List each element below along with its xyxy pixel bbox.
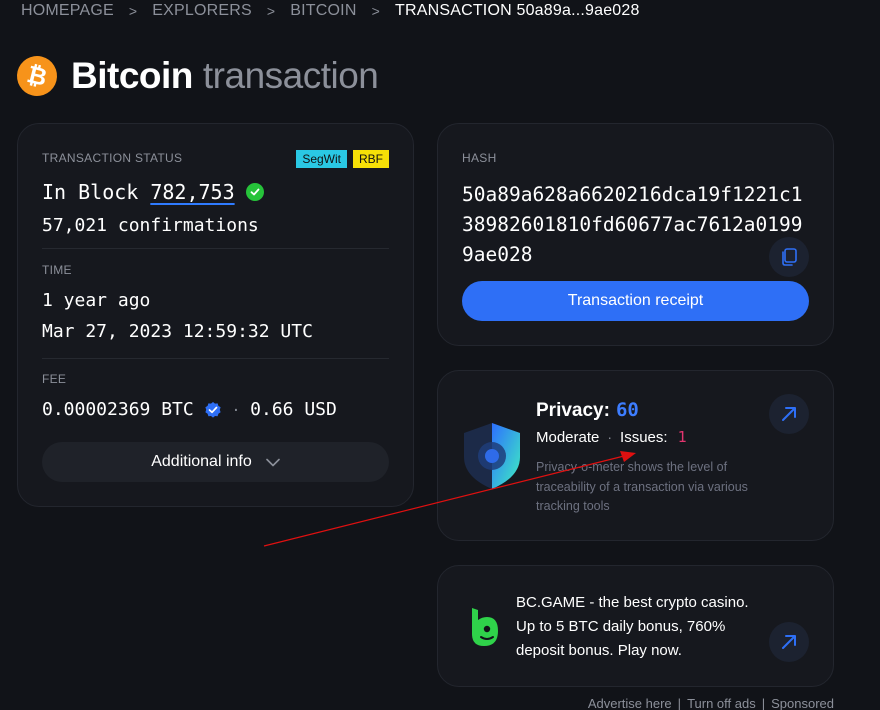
ad-footer: Advertise here | Turn off ads | Sponsore… — [587, 696, 834, 710]
fee-label: FEE — [42, 372, 67, 386]
privacy-title: Privacy: 60 — [536, 399, 639, 422]
copy-icon — [782, 248, 797, 266]
arrow-up-right-icon — [782, 407, 796, 421]
bc-game-logo-icon — [472, 608, 498, 646]
fee-value: 0.00002369 BTC · 0.66 USD — [42, 399, 389, 420]
hash-card: HASH 50a89a628a6620216dca19f1221c1389826… — [437, 123, 834, 346]
transaction-details-card: TRANSACTION STATUS SegWit RBF In Block 7… — [17, 123, 414, 507]
privacy-description: Privacy-o-meter shows the level of trace… — [536, 460, 748, 513]
copy-button[interactable] — [769, 237, 809, 277]
time-label: TIME — [42, 263, 72, 277]
fee-separator: · — [231, 403, 241, 419]
breadcrumb-separator: > — [128, 3, 138, 19]
turn-off-ads-link[interactable]: Turn off ads — [687, 696, 756, 710]
breadcrumb-separator: > — [266, 3, 276, 19]
breadcrumb-homepage[interactable]: HOMEPAGE — [21, 2, 114, 20]
verified-icon — [204, 401, 222, 419]
fee-usd: 0.66 USD — [250, 399, 337, 420]
issues-count: 1 — [677, 428, 687, 446]
issues-label: Issues: — [620, 428, 668, 446]
block-status: In Block 782,753 — [42, 180, 389, 204]
divider — [42, 358, 389, 359]
bitcoin-logo-icon: ₿ — [12, 51, 62, 101]
transaction-receipt-button[interactable]: Transaction receipt — [462, 281, 809, 321]
privacy-separator: · — [607, 429, 613, 445]
privacy-card: Privacy: 60 Moderate · Issues: 1 Privacy-… — [437, 370, 834, 541]
privacy-open-button[interactable] — [769, 394, 809, 434]
breadcrumb-current: TRANSACTION 50a89a...9ae028 — [394, 2, 640, 19]
breadcrumb-explorers[interactable]: EXPLORERS — [152, 2, 252, 20]
breadcrumb: HOMEPAGE > EXPLORERS > BITCOIN > TRANSAC… — [21, 2, 640, 20]
time-relative: 1 year ago — [42, 290, 151, 311]
block-prefix: In Block — [42, 180, 139, 204]
additional-info-button[interactable]: Additional info — [42, 442, 389, 482]
additional-info-label: Additional info — [151, 453, 252, 470]
ad-card[interactable]: BC.GAME - the best crypto casino. Up to … — [437, 565, 834, 687]
rbf-badge: RBF — [353, 150, 389, 168]
title-sub: transaction — [202, 55, 379, 96]
fee-btc: 0.00002369 BTC — [42, 399, 194, 420]
sponsored-label: Sponsored — [771, 696, 834, 710]
breadcrumb-separator: > — [371, 3, 380, 19]
ad-text: BC.GAME - the best crypto casino. Up to … — [516, 594, 749, 659]
divider — [42, 248, 389, 249]
page-title: ₿ Bitcoin transaction — [12, 51, 379, 101]
segwit-badge: SegWit — [296, 150, 347, 168]
block-number-link[interactable]: 782,753 — [150, 180, 234, 204]
chevron-down-icon — [265, 458, 280, 466]
privacy-label: Privacy: — [536, 400, 610, 421]
check-icon — [245, 183, 264, 201]
privacy-score: 60 — [615, 399, 639, 421]
hash-value: 50a89a628a6620216dca19f1221c138982601810… — [462, 183, 803, 266]
breadcrumb-bitcoin[interactable]: BITCOIN — [290, 2, 356, 20]
privacy-level: Moderate — [536, 428, 600, 446]
confirmations: 57,021 confirmations — [42, 215, 259, 236]
shield-icon — [464, 423, 520, 489]
time-absolute: Mar 27, 2023 12:59:32 UTC — [42, 321, 313, 342]
ad-open-button[interactable] — [769, 622, 809, 662]
badges: SegWit RBF — [296, 150, 389, 168]
title-main: Bitcoin — [71, 55, 193, 96]
privacy-summary: Moderate · Issues: 1 — [536, 428, 687, 446]
hash-label: HASH — [462, 151, 497, 165]
advertise-link[interactable]: Advertise here — [588, 696, 672, 710]
arrow-up-right-icon — [782, 635, 796, 649]
